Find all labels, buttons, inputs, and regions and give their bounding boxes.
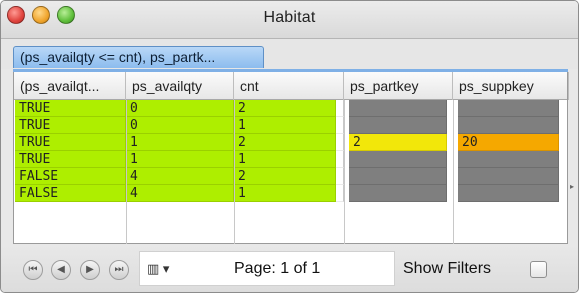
column-divider <box>234 100 235 244</box>
cell-ps-availqty: 4 <box>126 185 234 202</box>
column-header-ps-partkey[interactable]: ps_partkey <box>344 72 453 100</box>
table-row[interactable]: TRUE 1 1 <box>14 151 567 168</box>
results-table: (ps_availqt... ps_availqty cnt ps_partke… <box>13 72 574 244</box>
column-divider <box>344 100 345 244</box>
show-filters-checkbox[interactable] <box>530 261 547 278</box>
table-row[interactable]: TRUE 0 2 <box>14 100 567 117</box>
cell-ps-partkey <box>349 100 447 117</box>
book-icon[interactable]: ▥ ▾ <box>147 261 169 277</box>
cell-gap <box>336 134 344 151</box>
cell-ps-availqty: 0 <box>126 117 234 134</box>
cell-gap <box>336 168 344 185</box>
previous-page-icon[interactable]: ◀ <box>51 260 71 280</box>
table-row[interactable]: TRUE 1 2 2 20 <box>14 134 567 151</box>
cell-gap <box>336 117 344 134</box>
cell-ps-suppkey: 20 <box>458 134 559 151</box>
table-row[interactable]: TRUE 0 1 <box>14 117 567 134</box>
cell-ps-partkey <box>349 185 447 202</box>
table-row[interactable]: FALSE 4 2 <box>14 168 567 185</box>
cell-cnt: 2 <box>234 100 336 117</box>
cell-condition: FALSE <box>15 168 126 185</box>
cell-ps-partkey <box>349 117 447 134</box>
cell-ps-availqty: 1 <box>126 151 234 168</box>
cell-condition: TRUE <box>15 117 126 134</box>
column-header-ps-suppkey[interactable]: ps_suppkey <box>453 72 569 100</box>
table-row[interactable]: FALSE 4 1 <box>14 185 567 202</box>
cell-ps-availqty: 4 <box>126 168 234 185</box>
column-header-condition[interactable]: (ps_availqt... <box>14 72 126 100</box>
breadcrumb-bar: (ps_availqty <= cnt), ps_partk... <box>1 39 578 69</box>
column-header-cnt[interactable]: cnt <box>234 72 344 100</box>
cell-ps-partkey <box>349 151 447 168</box>
cell-ps-suppkey <box>458 185 559 202</box>
cell-condition: TRUE <box>15 151 126 168</box>
expand-right-icon[interactable]: ▸ <box>570 182 574 191</box>
habitat-window: Habitat (ps_availqty <= cnt), ps_partk..… <box>0 0 579 293</box>
cell-ps-suppkey <box>458 168 559 185</box>
cell-ps-availqty: 0 <box>126 100 234 117</box>
first-page-icon[interactable]: ⏮ <box>23 260 43 280</box>
show-filters-label: Show Filters <box>403 260 492 277</box>
cell-condition: TRUE <box>15 134 126 151</box>
cell-condition: TRUE <box>15 100 126 117</box>
column-divider <box>126 100 127 244</box>
cell-cnt: 1 <box>234 185 336 202</box>
cell-ps-suppkey <box>458 117 559 134</box>
cell-ps-partkey <box>349 168 447 185</box>
table-header: (ps_availqt... ps_availqty cnt ps_partke… <box>14 72 569 100</box>
window-title: Habitat <box>263 9 316 26</box>
pagination-bar: ⏮ ◀ ▶ ⏭ ▥ ▾ Page: 1 of 1 Show Filters <box>1 245 578 292</box>
last-page-icon[interactable]: ⏭ <box>109 260 129 280</box>
next-page-icon[interactable]: ▶ <box>80 260 100 280</box>
cell-gap <box>336 185 344 202</box>
column-header-ps-availqty[interactable]: ps_availqty <box>126 72 234 100</box>
cell-gap <box>336 100 344 117</box>
cell-condition: FALSE <box>15 185 126 202</box>
page-indicator: Page: 1 of 1 <box>234 260 321 277</box>
column-divider <box>453 100 454 244</box>
cell-gap <box>336 151 344 168</box>
breadcrumb-tab[interactable]: (ps_availqty <= cnt), ps_partk... <box>13 46 264 68</box>
cell-ps-suppkey <box>458 151 559 168</box>
cell-ps-availqty: 1 <box>126 134 234 151</box>
cell-cnt: 2 <box>234 134 336 151</box>
cell-cnt: 1 <box>234 151 336 168</box>
cell-ps-partkey: 2 <box>349 134 447 151</box>
cell-cnt: 2 <box>234 168 336 185</box>
cell-ps-suppkey <box>458 100 559 117</box>
cell-cnt: 1 <box>234 117 336 134</box>
title-bar: Habitat <box>1 1 578 39</box>
